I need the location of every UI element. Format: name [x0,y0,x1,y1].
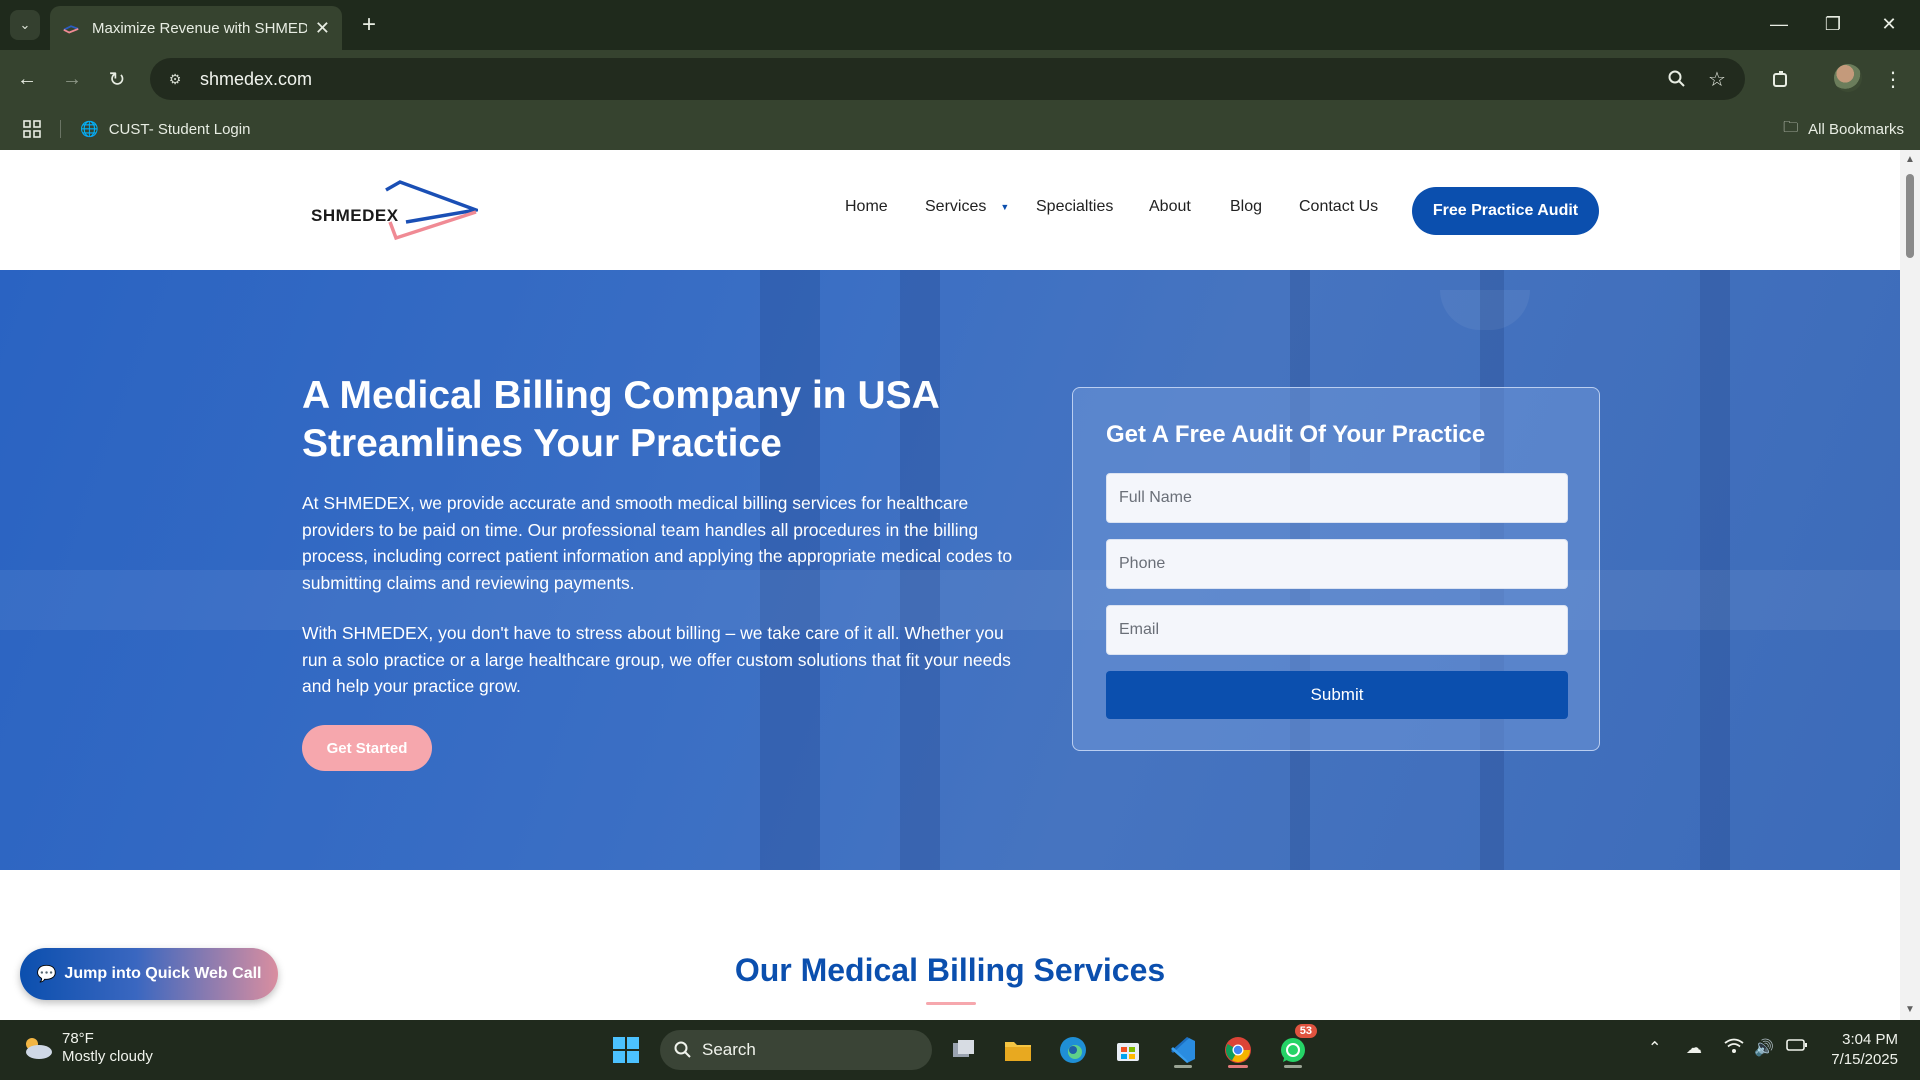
edge-browser-icon[interactable] [1053,1030,1093,1070]
globe-icon: 🌐 [80,121,99,138]
cloud-sun-icon [26,1038,52,1059]
hero-paragraph-2: With SHMEDEX, you don't have to stress a… [302,623,1011,696]
bookmark-star-icon[interactable]: ☆ [1700,62,1734,96]
site-header: SHMEDEX Home Services ▼ Specialties About… [0,150,1900,270]
extensions-icon[interactable] [1764,62,1798,96]
chevron-down-icon: ▼ [1000,202,1010,212]
new-tab-button[interactable]: + [354,10,384,40]
tab-bar: ⌄ Maximize Revenue with SHMEDEX ✕ + — ❐ … [0,0,1920,50]
bookmark-label: CUST- Student Login [108,120,251,138]
clock-date: 7/15/2025 [1831,1051,1898,1068]
microsoft-store-icon[interactable] [1108,1030,1148,1070]
folder-icon: 🗀 [1783,118,1799,136]
running-indicator [1284,1065,1302,1068]
webcall-label: Jump into Quick Web Call [64,965,262,982]
site-logo[interactable]: SHMEDEX [308,178,483,248]
free-practice-audit-button[interactable]: Free Practice Audit [1412,187,1599,235]
minimize-button[interactable]: — [1756,8,1802,40]
chrome-icon[interactable] [1218,1030,1258,1070]
search-label: Search [702,1040,756,1059]
active-app-indicator [1228,1065,1248,1068]
active-tab[interactable]: Maximize Revenue with SHMEDEX ✕ [50,6,342,50]
address-bar[interactable]: ⚙ shmedex.com [150,58,1745,100]
all-bookmarks-label: All Bookmarks [1808,120,1904,138]
bookmarks-bar: 🌐 CUST- Student Login 🗀 All Bookmarks [0,108,1920,150]
task-view-icon[interactable] [944,1030,984,1070]
taskbar-search[interactable]: Search [660,1030,932,1070]
nav-home[interactable]: Home [845,198,888,216]
services-title: Our Medical Billing Services [734,952,1166,988]
close-window-button[interactable]: ✕ [1866,8,1912,40]
clock-time: 3:04 PM [1842,1031,1898,1048]
system-clock[interactable]: 3:04 PM 7/15/2025 [1831,1030,1898,1070]
vscode-icon[interactable] [1163,1030,1203,1070]
volume-icon[interactable]: 🔊 [1754,1038,1774,1058]
get-started-button[interactable]: Get Started [302,725,432,771]
site-favicon [63,25,79,34]
browser-toolbar: ← → ↻ ⚙ shmedex.com ☆ ⋮ [0,50,1920,108]
battery-icon[interactable] [1786,1038,1808,1057]
nav-contact-us[interactable]: Contact Us [1299,198,1378,216]
nav-specialties[interactable]: Specialties [1036,198,1113,216]
tab-search-dropdown[interactable]: ⌄ [10,10,40,40]
reload-button[interactable]: ↻ [100,62,134,96]
page-scrollbar[interactable]: ▲ ▼ [1900,150,1920,1020]
file-explorer-icon[interactable] [998,1030,1038,1070]
wifi-icon[interactable] [1724,1038,1744,1059]
menu-kebab-icon[interactable]: ⋮ [1876,62,1910,96]
hero-bg-decor [1440,290,1530,330]
nav-about[interactable]: About [1149,198,1191,216]
full-name-input[interactable] [1106,473,1568,523]
onedrive-icon[interactable]: ☁ [1686,1038,1702,1058]
close-tab-icon[interactable]: ✕ [315,18,330,39]
running-indicator [1174,1065,1192,1068]
weather-widget[interactable]: 78°F Mostly cloudy [20,1030,153,1066]
audit-form-title: Get A Free Audit Of Your Practice [1106,421,1486,448]
all-bookmarks-button[interactable]: 🗀 All Bookmarks [1783,117,1904,141]
bookmark-separator [60,120,61,138]
scroll-up-arrow[interactable]: ▲ [1904,154,1916,166]
nav-services[interactable]: Services ▼ [925,198,1009,216]
hero-section: A Medical Billing Company in USA Streaml… [0,270,1900,870]
web-page: SHMEDEX Home Services ▼ Specialties About… [0,150,1900,1020]
windows-start-icon[interactable] [606,1030,646,1070]
audit-form: Get A Free Audit Of Your Practice Submit [1072,387,1600,751]
hero-title: A Medical Billing Company in USA Streaml… [302,374,939,465]
weather-temp: 78°F [62,1030,94,1047]
title-underline [926,1002,976,1005]
chevron-up-icon[interactable]: ⌃ [1648,1038,1661,1058]
forward-button[interactable]: → [55,62,89,96]
apps-grid-icon[interactable] [22,119,42,139]
site-info-icon[interactable]: ⚙ [164,68,186,90]
nav-blog[interactable]: Blog [1230,198,1262,216]
back-button[interactable]: ← [10,62,44,96]
search-icon [674,1041,691,1058]
zoom-icon[interactable] [1660,62,1694,96]
profile-avatar[interactable] [1834,64,1862,92]
hero-paragraph-1: At SHMEDEX, we provide accurate and smoo… [302,493,1013,593]
url-text: shmedex.com [200,68,313,89]
notification-badge: 53 [1294,1024,1317,1038]
submit-button[interactable]: Submit [1106,671,1568,719]
email-input[interactable] [1106,605,1568,655]
logo-text: SHMEDEX [311,206,399,225]
tab-title: Maximize Revenue with SHMEDEX [92,19,307,37]
weather-condition: Mostly cloudy [62,1048,153,1065]
windows-taskbar: 78°F Mostly cloudy Search 53 ⌃ ☁ 🔊 3:04 … [0,1020,1920,1080]
scroll-down-arrow[interactable]: ▼ [1904,1004,1916,1016]
phone-input[interactable] [1106,539,1568,589]
chat-bubble-icon: 💬 [36,966,57,983]
restore-button[interactable]: ❐ [1810,8,1856,40]
scroll-thumb[interactable] [1906,174,1914,258]
quick-web-call-button[interactable]: 💬 Jump into Quick Web Call [20,948,278,1000]
bookmark-cust-student-login[interactable]: 🌐 CUST- Student Login [80,117,250,141]
whatsapp-icon[interactable]: 53 [1273,1024,1317,1070]
